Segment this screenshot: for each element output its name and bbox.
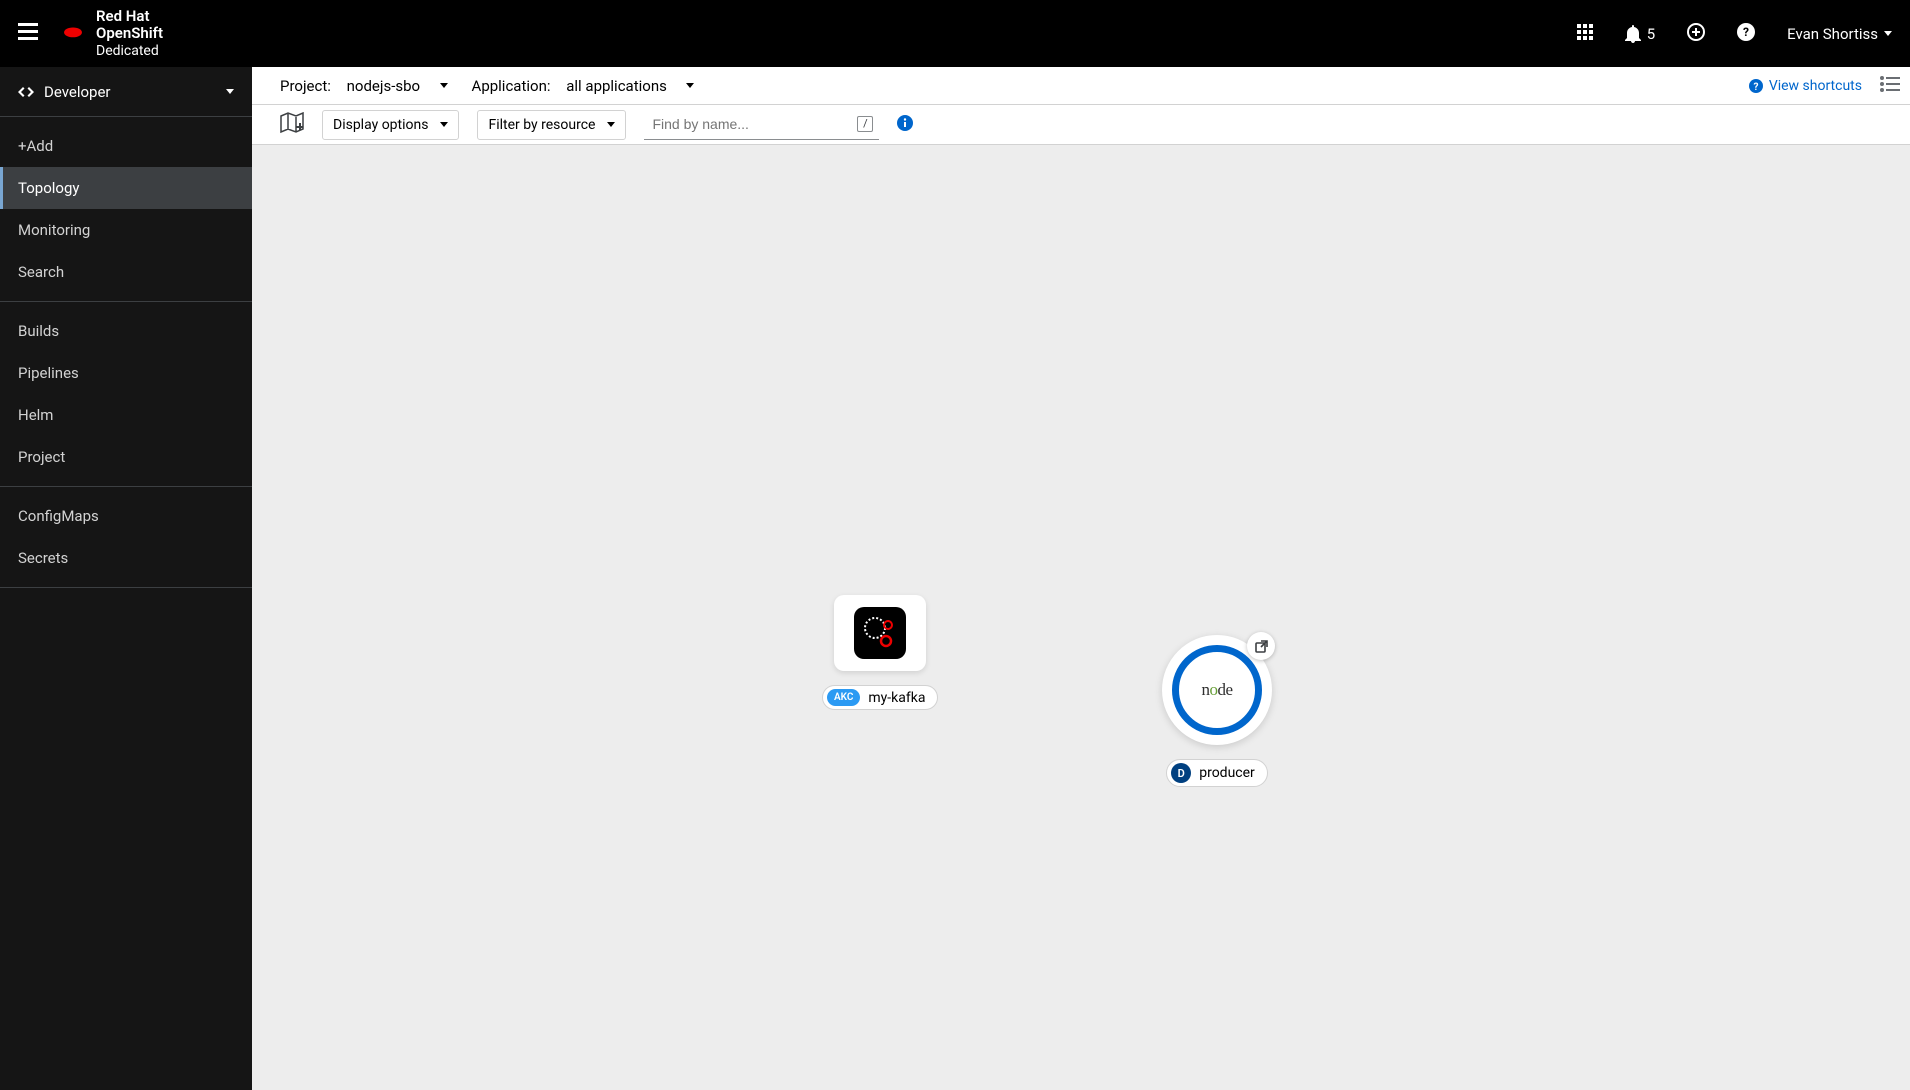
kafka-service-icon bbox=[854, 607, 906, 659]
masthead-right: 5 ? Evan Shortiss bbox=[1577, 23, 1892, 45]
brand-logo[interactable]: Red Hat OpenShift Dedicated bbox=[60, 8, 163, 59]
masthead-left: Red Hat OpenShift Dedicated bbox=[18, 8, 163, 59]
nav-group-3: ConfigMaps Secrets bbox=[0, 487, 252, 588]
view-shortcuts-link[interactable]: ? View shortcuts bbox=[1749, 78, 1862, 94]
caret-down-icon bbox=[226, 89, 234, 94]
sidebar-item-builds[interactable]: Builds bbox=[0, 310, 252, 352]
sidebar-item-configmaps[interactable]: ConfigMaps bbox=[0, 495, 252, 537]
sidebar-item-add[interactable]: +Add bbox=[0, 125, 252, 167]
caret-down-icon bbox=[607, 122, 615, 127]
kafka-card[interactable] bbox=[834, 595, 926, 671]
external-link-icon bbox=[1255, 640, 1268, 653]
perspective-label: Developer bbox=[44, 83, 216, 101]
sidebar-item-secrets[interactable]: Secrets bbox=[0, 537, 252, 579]
notification-count: 5 bbox=[1647, 25, 1655, 43]
producer-label-pill[interactable]: D producer bbox=[1166, 759, 1268, 787]
filter-by-resource-select[interactable]: Filter by resource bbox=[477, 110, 626, 140]
akc-badge: AKC bbox=[827, 689, 860, 706]
caret-down-icon bbox=[1884, 31, 1892, 36]
sidebar-item-search[interactable]: Search bbox=[0, 251, 252, 293]
kafka-label-pill[interactable]: AKC my-kafka bbox=[822, 685, 938, 710]
caret-down-icon bbox=[440, 83, 448, 88]
application-selector[interactable]: Application: all applications bbox=[472, 77, 695, 95]
project-label: Project: bbox=[280, 77, 331, 95]
sidebar-item-pipelines[interactable]: Pipelines bbox=[0, 352, 252, 394]
code-icon bbox=[18, 85, 34, 99]
producer-name: producer bbox=[1199, 765, 1255, 781]
sidebar-item-topology[interactable]: Topology bbox=[0, 167, 252, 209]
open-url-decorator[interactable] bbox=[1247, 632, 1275, 660]
find-by-name-input[interactable] bbox=[644, 110, 879, 140]
list-view-toggle[interactable] bbox=[1880, 76, 1900, 96]
display-options-select[interactable]: Display options bbox=[322, 110, 459, 140]
producer-circle[interactable]: node bbox=[1162, 635, 1272, 745]
brand-text: Red Hat OpenShift Dedicated bbox=[96, 8, 163, 59]
kafka-name: my-kafka bbox=[868, 690, 925, 706]
caret-down-icon bbox=[686, 83, 694, 88]
sidebar-item-project[interactable]: Project bbox=[0, 436, 252, 478]
hamburger-icon[interactable] bbox=[18, 23, 38, 45]
filter-toolbar: Display options Filter by resource / bbox=[252, 105, 1910, 145]
search-shortcut-key: / bbox=[857, 116, 873, 132]
masthead: Red Hat OpenShift Dedicated 5 ? Evan Sho… bbox=[0, 0, 1910, 67]
caret-down-icon bbox=[440, 122, 448, 127]
project-selector[interactable]: Project: nodejs-sbo bbox=[280, 77, 448, 95]
nav-group-2: Builds Pipelines Helm Project bbox=[0, 302, 252, 487]
add-icon[interactable] bbox=[1687, 23, 1705, 45]
nav-group-1: +Add Topology Monitoring Search bbox=[0, 117, 252, 302]
producer-inner: node bbox=[1172, 645, 1262, 735]
svg-text:?: ? bbox=[1743, 25, 1749, 39]
application-label: Application: bbox=[472, 77, 551, 95]
notifications-button[interactable]: 5 bbox=[1625, 25, 1655, 43]
application-value: all applications bbox=[566, 77, 667, 95]
topology-layout-icon[interactable] bbox=[280, 112, 304, 138]
project-value: nodejs-sbo bbox=[347, 77, 420, 95]
deployment-badge: D bbox=[1171, 763, 1191, 783]
search-wrapper: / bbox=[644, 110, 879, 140]
svg-text:?: ? bbox=[1753, 82, 1758, 93]
app-launcher-icon[interactable] bbox=[1577, 24, 1593, 44]
sidebar-item-monitoring[interactable]: Monitoring bbox=[0, 209, 252, 251]
help-icon[interactable]: ? bbox=[1737, 23, 1755, 45]
user-menu[interactable]: Evan Shortiss bbox=[1787, 25, 1892, 43]
info-circle-icon: ? bbox=[1749, 79, 1763, 93]
perspective-switcher[interactable]: Developer bbox=[0, 67, 252, 117]
sidebar: Developer +Add Topology Monitoring Searc… bbox=[0, 67, 252, 1090]
topology-node-kafka: AKC my-kafka bbox=[822, 595, 938, 710]
main-content: Project: nodejs-sbo Application: all app… bbox=[252, 67, 1910, 1090]
topology-node-producer: node D producer bbox=[1162, 635, 1272, 787]
filter-info-icon[interactable] bbox=[897, 115, 913, 135]
redhat-fedora-icon bbox=[60, 21, 86, 47]
topology-canvas[interactable]: AKC my-kafka node D producer bbox=[252, 145, 1910, 1090]
nodejs-runtime-icon: node bbox=[1201, 680, 1232, 700]
sidebar-item-helm[interactable]: Helm bbox=[0, 394, 252, 436]
bell-icon bbox=[1625, 25, 1641, 43]
user-name: Evan Shortiss bbox=[1787, 25, 1878, 43]
context-toolbar: Project: nodejs-sbo Application: all app… bbox=[252, 67, 1910, 105]
